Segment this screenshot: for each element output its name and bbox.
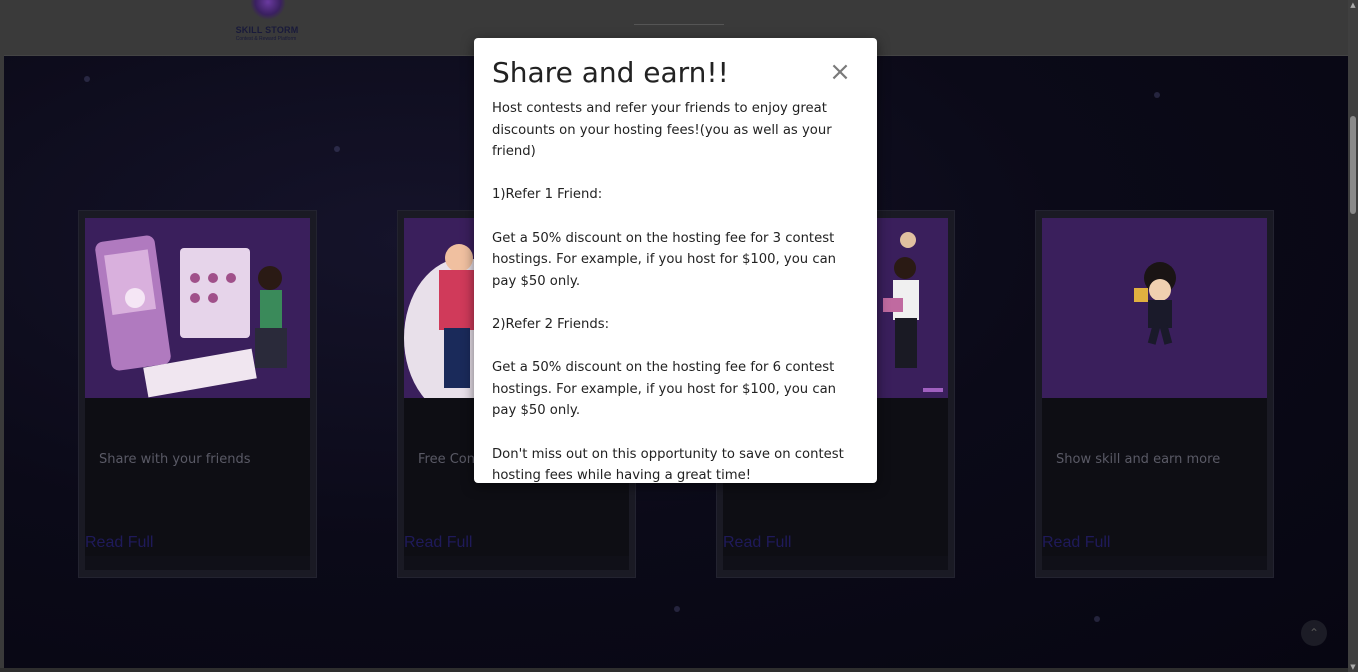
scroll-up-arrow-icon[interactable]: ▲ [1349,0,1357,10]
scrollbar-thumb[interactable] [1350,116,1356,214]
modal-closing: Don't miss out on this opportunity to sa… [492,446,844,484]
share-and-earn-modal: Share and earn!! × Host contests and ref… [474,38,877,483]
tier2-text: Get a 50% discount on the hosting fee fo… [492,360,837,419]
tier1-text: Get a 50% discount on the hosting fee fo… [492,230,837,289]
close-icon[interactable]: × [828,59,852,85]
modal-title: Share and earn!! [492,56,729,89]
tier2-heading: 2)Refer 2 Friends: [492,316,610,332]
modal-body: Host contests and refer your friends to … [492,98,862,487]
modal-intro: Host contests and refer your friends to … [492,101,832,160]
page-scrollbar[interactable]: ▲ ▼ [1348,0,1358,672]
tier1-heading: 1)Refer 1 Friend: [492,187,603,203]
scroll-down-arrow-icon[interactable]: ▼ [1349,662,1357,672]
